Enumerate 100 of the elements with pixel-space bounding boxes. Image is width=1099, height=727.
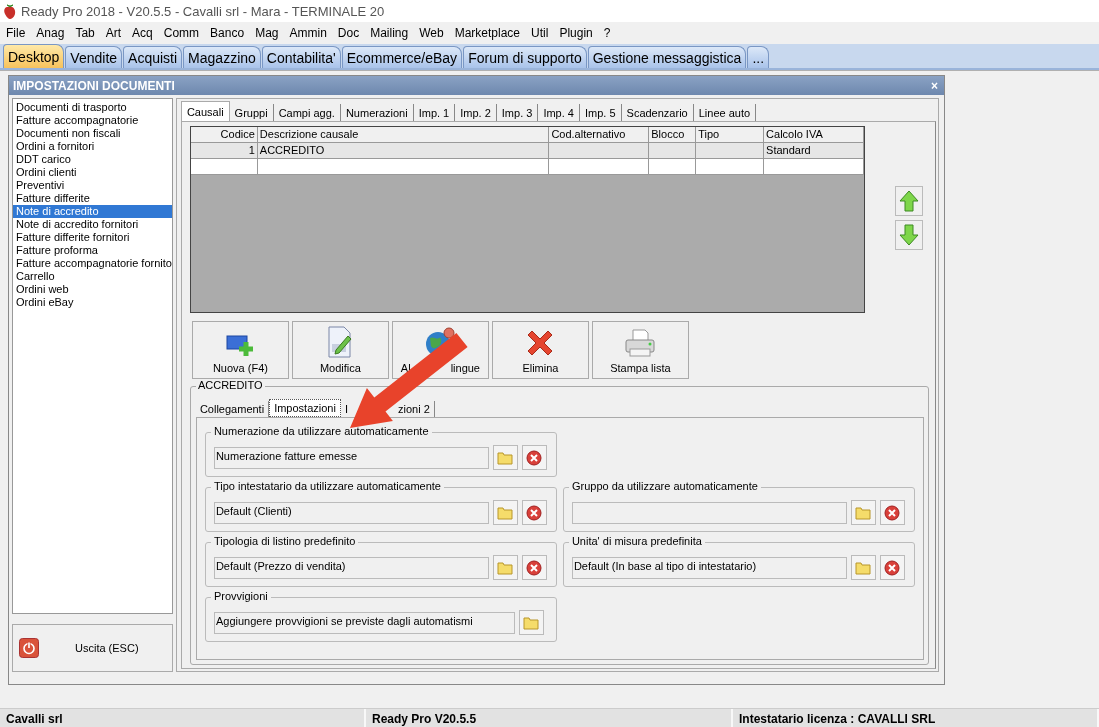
settings-tab[interactable]: Imp. 5 bbox=[579, 104, 622, 121]
module-tab[interactable]: Magazzino bbox=[183, 46, 261, 68]
menu-item[interactable]: Ammin bbox=[285, 26, 334, 40]
power-icon bbox=[19, 638, 39, 658]
clear-icon bbox=[526, 504, 543, 521]
move-down-button[interactable] bbox=[894, 220, 923, 250]
document-item[interactable]: Documenti non fiscali bbox=[13, 127, 172, 140]
settings-tab[interactable]: Numerazioni bbox=[340, 104, 414, 121]
group-title: ACCREDITO bbox=[195, 379, 265, 391]
menu-item[interactable]: Plugin bbox=[555, 26, 600, 40]
clear-button[interactable] bbox=[521, 445, 547, 470]
document-item[interactable]: Ordini clienti bbox=[13, 166, 172, 179]
document-item[interactable]: Ordini web bbox=[13, 283, 172, 296]
toolbar-button[interactable]: Stampa lista bbox=[591, 321, 689, 379]
input-field[interactable]: Default (Prezzo di vendita) bbox=[213, 556, 489, 579]
document-item[interactable]: Ordini eBay bbox=[13, 296, 172, 309]
document-item[interactable]: Note di accredito bbox=[13, 205, 172, 218]
menu-item[interactable]: Mailing bbox=[366, 26, 416, 40]
input-field[interactable]: Default (In base al tipo di intestatario) bbox=[571, 556, 847, 579]
column-header[interactable]: Calcolo IVA bbox=[764, 127, 864, 143]
document-item[interactable]: Fatture accompagnatorie fornito bbox=[13, 257, 172, 270]
clear-icon bbox=[884, 504, 901, 521]
column-header[interactable]: Blocco bbox=[649, 127, 697, 143]
document-item[interactable]: DDT carico bbox=[13, 153, 172, 166]
settings-tab[interactable]: Imp. 4 bbox=[538, 104, 580, 121]
clear-button[interactable] bbox=[521, 500, 547, 525]
menu-item[interactable]: ? bbox=[599, 26, 618, 40]
document-item[interactable]: Ordini a fornitori bbox=[13, 140, 172, 153]
document-item[interactable]: Preventivi bbox=[13, 179, 172, 192]
clear-icon bbox=[526, 449, 543, 466]
menu-item[interactable]: File bbox=[2, 26, 33, 40]
menu-item[interactable]: Comm bbox=[159, 26, 207, 40]
table-cell: 1 bbox=[190, 143, 258, 159]
settings-tab[interactable]: Imp. 3 bbox=[496, 104, 539, 121]
menu-item[interactable]: Art bbox=[101, 26, 129, 40]
module-tab[interactable]: Gestione messaggistica bbox=[587, 46, 747, 68]
table-cell: ACCREDITO bbox=[257, 143, 550, 159]
menu-item[interactable]: Doc bbox=[333, 26, 367, 40]
column-header[interactable]: Tipo bbox=[696, 127, 765, 143]
table-cell bbox=[649, 159, 697, 175]
input-field[interactable]: Numerazione fatture emesse bbox=[213, 446, 489, 469]
module-tab[interactable]: Ecommerce/eBay bbox=[341, 46, 463, 68]
sub-tab[interactable]: Impostazioni bbox=[269, 399, 341, 417]
document-item[interactable]: Fatture differite fornitori bbox=[13, 231, 172, 244]
folder-icon bbox=[497, 560, 514, 575]
module-tab[interactable]: Acquisti bbox=[123, 46, 183, 68]
menu-item[interactable]: Anag bbox=[32, 26, 72, 40]
toolbar-button[interactable]: Nuova (F4) bbox=[191, 321, 289, 379]
folder-icon bbox=[497, 450, 514, 465]
status-text: Ready Pro V20.5.5 bbox=[366, 709, 733, 727]
menu-item[interactable]: Banco bbox=[206, 26, 252, 40]
document-item[interactable]: Carrello bbox=[13, 270, 172, 283]
column-header[interactable]: Cod.alternativo bbox=[549, 127, 650, 143]
up-arrow-icon bbox=[898, 190, 919, 212]
settings-tab[interactable]: Linee auto bbox=[693, 104, 757, 121]
module-tab[interactable]: Forum di supporto bbox=[463, 46, 587, 68]
settings-tab[interactable]: Imp. 2 bbox=[455, 104, 497, 121]
table-cell bbox=[649, 143, 697, 159]
menu-item[interactable]: Acq bbox=[128, 26, 160, 40]
browse-button[interactable] bbox=[518, 610, 544, 635]
module-tab[interactable]: Vendite bbox=[65, 46, 123, 68]
field-label: Provvigioni bbox=[210, 590, 271, 602]
menu-item[interactable]: Web bbox=[415, 26, 451, 40]
input-field[interactable]: Default (Clienti) bbox=[213, 501, 489, 524]
module-tab[interactable]: Desktop bbox=[3, 44, 65, 68]
clear-button[interactable] bbox=[879, 500, 905, 525]
column-header[interactable]: Codice bbox=[190, 127, 258, 143]
clear-button[interactable] bbox=[521, 555, 547, 580]
exit-button[interactable]: Uscita (ESC) bbox=[12, 624, 173, 672]
status-text: Cavalli srl bbox=[0, 709, 366, 727]
input-field[interactable]: Aggiungere provvigioni se previste dagli automatismi bbox=[213, 611, 515, 634]
module-tab[interactable]: ... bbox=[747, 46, 770, 68]
input-field[interactable] bbox=[571, 501, 847, 524]
printer-icon bbox=[624, 328, 657, 358]
clear-icon bbox=[884, 559, 901, 576]
column-header[interactable]: Descrizione causale bbox=[257, 127, 550, 143]
menu-item[interactable]: Marketplace bbox=[450, 26, 528, 40]
clear-button[interactable] bbox=[879, 555, 905, 580]
menu-item[interactable]: Tab bbox=[71, 26, 102, 40]
menu-item[interactable]: Util bbox=[527, 26, 556, 40]
settings-tab[interactable]: Gruppi bbox=[229, 104, 274, 121]
settings-tab[interactable]: Causali bbox=[180, 101, 230, 121]
toolbar-button[interactable]: Modifica bbox=[291, 321, 389, 379]
module-tab[interactable]: Contabilita' bbox=[261, 46, 341, 68]
document-item[interactable]: Documenti di trasporto bbox=[13, 101, 172, 114]
settings-tab[interactable]: Imp. 1 bbox=[413, 104, 456, 121]
table-cell bbox=[696, 159, 765, 175]
toolbar-button[interactable]: Elimina bbox=[491, 321, 589, 379]
document-item[interactable]: Note di accredito fornitori bbox=[13, 218, 172, 231]
table-cell bbox=[696, 143, 765, 159]
strawberry-icon bbox=[3, 3, 17, 19]
document-item[interactable]: Fatture differite bbox=[13, 192, 172, 205]
settings-tab[interactable]: Scadenzario bbox=[621, 104, 694, 121]
window-title: Ready Pro 2018 - V20.5.5 - Cavalli srl - Mara - TERMINALE 20 bbox=[21, 3, 385, 19]
menu-item[interactable]: Mag bbox=[251, 26, 286, 40]
move-up-button[interactable] bbox=[894, 186, 923, 216]
settings-tab[interactable]: Campi agg. bbox=[273, 104, 341, 121]
document-item[interactable]: Fatture accompagnatorie bbox=[13, 114, 172, 127]
field-label: Tipo intestatario da utilizzare automaticamente bbox=[210, 480, 444, 492]
document-item[interactable]: Fatture proforma bbox=[13, 244, 172, 257]
